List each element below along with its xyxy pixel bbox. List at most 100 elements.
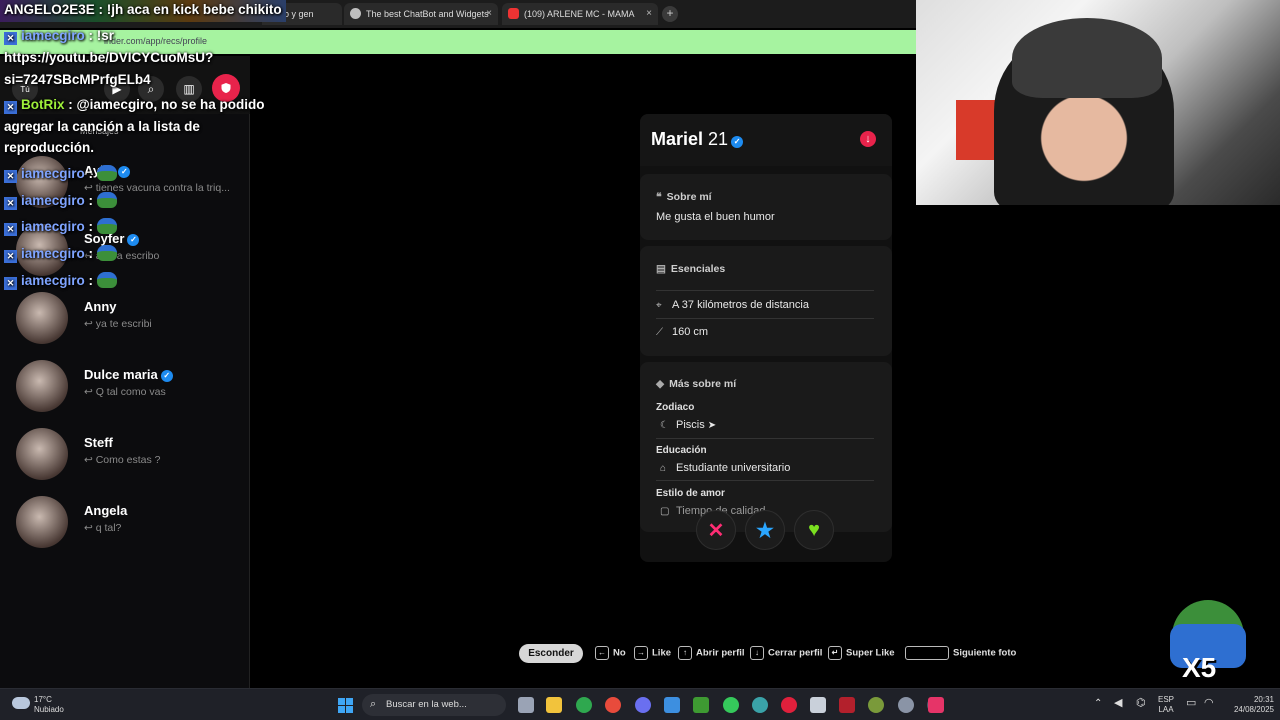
hide-shortcuts-button[interactable]: Esconder bbox=[519, 644, 583, 663]
education-row: ⌂ Estudiante universitario bbox=[660, 462, 878, 474]
file-explorer-icon[interactable] bbox=[546, 697, 562, 713]
pepe-emote-icon bbox=[96, 192, 117, 208]
more-title-text: Más sobre mí bbox=[669, 378, 737, 390]
app-icon[interactable] bbox=[839, 697, 855, 713]
super-like-button[interactable]: ★ bbox=[745, 510, 785, 550]
tab-favicon-icon bbox=[350, 8, 361, 19]
match-name: Dulce maria bbox=[84, 367, 158, 382]
chat-line: ✕ iamecgiro : bbox=[4, 245, 117, 263]
location-pin-icon: ⌖ bbox=[656, 300, 662, 311]
zodiac-row: ☾ Piscis ➤ bbox=[660, 419, 878, 431]
avatar bbox=[16, 360, 68, 412]
browser-tab[interactable]: The best ChatBot and Widgets × bbox=[344, 3, 498, 25]
profile-name-text: Mariel bbox=[651, 129, 704, 149]
language-code: ESP bbox=[1158, 695, 1175, 704]
chat-platform-icon: ✕ bbox=[4, 277, 17, 290]
new-tab-button[interactable]: + bbox=[662, 6, 678, 22]
essentials-title-text: Esenciales bbox=[670, 263, 726, 275]
nope-button[interactable]: ✕ bbox=[696, 510, 736, 550]
shortcut-like-label: Like bbox=[652, 647, 672, 659]
taskbar-search[interactable]: ⌕ Buscar en la web... bbox=[362, 694, 506, 716]
chat-message: : bbox=[84, 166, 94, 181]
layout-code: LAA bbox=[1158, 705, 1174, 714]
shortcut-close-profile: ↓ Cerrar perfil bbox=[750, 646, 822, 660]
opera-icon[interactable] bbox=[781, 697, 797, 713]
chat-line: ✕ BotRix : @iamecgiro, no se ha podido bbox=[4, 97, 264, 114]
discord-icon[interactable] bbox=[635, 697, 651, 713]
language-indicator[interactable]: ESP LAA bbox=[1158, 695, 1174, 715]
match-item[interactable]: Steff ↩ Como estas ? bbox=[0, 428, 250, 492]
tiktok-icon[interactable] bbox=[928, 697, 944, 713]
pepe-emote-icon bbox=[96, 245, 117, 261]
weather-condition: Nubiado bbox=[34, 705, 64, 714]
chat-line: ✕ iamecgiro : bbox=[4, 192, 117, 210]
search-icon: ⌕ bbox=[370, 698, 377, 710]
match-last-message: ↩ ya te escribi bbox=[84, 318, 152, 330]
chat-line: si=7247SBcMPrfgELb4 bbox=[4, 72, 151, 87]
match-name: Steff bbox=[84, 435, 113, 450]
match-name: Angela bbox=[84, 503, 128, 518]
close-profile-icon[interactable]: ↓ bbox=[860, 131, 876, 147]
match-last-message: ↩ Como estas ? bbox=[84, 454, 161, 466]
whatsapp-icon[interactable] bbox=[723, 697, 739, 713]
chat-line: https://youtu.be/DVICYCuoMsU? bbox=[4, 50, 213, 65]
avatar bbox=[16, 496, 68, 548]
close-tab-icon[interactable]: × bbox=[486, 8, 492, 19]
store-icon[interactable] bbox=[664, 697, 680, 713]
match-name: Anny bbox=[84, 299, 117, 314]
windows-start-icon[interactable] bbox=[338, 698, 353, 713]
chat-username: ANGELO2E3E bbox=[4, 2, 95, 17]
speaker-icon[interactable]: ◀ bbox=[1114, 698, 1122, 709]
match-item[interactable]: Dulce maria ✓ ↩ Q tal como vas bbox=[0, 360, 250, 424]
pepe-emote-icon bbox=[96, 218, 117, 234]
minecraft-icon[interactable] bbox=[693, 697, 709, 713]
about-section: ❝ Sobre mí Me gusta el buen humor bbox=[640, 174, 892, 240]
verified-icon: ✓ bbox=[160, 370, 173, 382]
right-arrow-key-icon: → bbox=[634, 646, 648, 660]
task-view-icon[interactable] bbox=[518, 697, 534, 713]
tray-chevron-icon[interactable]: ⌃ bbox=[1094, 699, 1102, 709]
match-last-message: ↩ Q tal como vas bbox=[84, 386, 166, 398]
shortcut-no: ← No bbox=[595, 646, 626, 660]
chat-message: : @iamecgiro, no se ha podido bbox=[64, 97, 265, 112]
cloud-icon bbox=[12, 697, 30, 709]
app-icon[interactable] bbox=[868, 697, 884, 713]
chat-message: !jh aca en kick bebe chikito bbox=[106, 2, 282, 17]
weather-text: 17°C Nubiado bbox=[34, 695, 64, 715]
emote-multiplier: X5 bbox=[1182, 652, 1217, 683]
match-item[interactable]: Anny ↩ ya te escribi bbox=[0, 292, 250, 356]
chat-line: ✕ iamecgiro : bbox=[4, 218, 117, 236]
chat-message: : !sr bbox=[84, 28, 115, 43]
height-row: ⟋ 160 cm bbox=[656, 326, 874, 338]
pepe-emote-icon bbox=[96, 165, 117, 181]
display-icon[interactable]: ▭ bbox=[1186, 698, 1196, 709]
app-icon[interactable] bbox=[752, 697, 768, 713]
chat-message: : bbox=[84, 219, 94, 234]
clock[interactable]: 20:31 24/08/2025 bbox=[1224, 695, 1274, 715]
chat-username: iamecgiro bbox=[21, 246, 85, 261]
close-tab-icon[interactable]: × bbox=[646, 8, 652, 19]
chat-platform-icon: ✕ bbox=[4, 197, 17, 210]
match-item[interactable]: Angela ↩ q tal? bbox=[0, 496, 250, 560]
chrome-icon[interactable] bbox=[605, 697, 621, 713]
shortcut-next-label: Siguiente foto bbox=[953, 647, 1017, 659]
network-icon[interactable]: ⌬ bbox=[1136, 698, 1146, 709]
search-placeholder: Buscar en la web... bbox=[386, 699, 467, 710]
shortcut-super-label: Super Like bbox=[846, 647, 895, 659]
app-icon[interactable] bbox=[810, 697, 826, 713]
chat-platform-icon: ✕ bbox=[4, 101, 17, 114]
date-text: 24/08/2025 bbox=[1233, 705, 1274, 714]
browser-tab[interactable]: (109) ARLENE MC - MAMA × bbox=[502, 3, 658, 25]
shortcut-next-photo: Siguiente foto bbox=[905, 646, 1016, 660]
mouse-cursor-icon: ➤ bbox=[707, 420, 717, 431]
xbox-icon[interactable] bbox=[576, 697, 592, 713]
like-button[interactable]: ♥ bbox=[794, 510, 834, 550]
youtube-icon bbox=[508, 8, 519, 19]
settings-icon[interactable] bbox=[898, 697, 914, 713]
time-text: 20:31 bbox=[1253, 695, 1274, 704]
shortcut-open-profile: ↑ Abrir perfil bbox=[678, 646, 745, 660]
chat-message: reproducción. bbox=[4, 140, 95, 155]
avatar bbox=[16, 428, 68, 480]
wifi-icon[interactable]: ◠ bbox=[1204, 698, 1214, 709]
more-about-section: ◆ Más sobre mí Zodiaco ☾ Piscis ➤ Educació… bbox=[640, 362, 892, 532]
